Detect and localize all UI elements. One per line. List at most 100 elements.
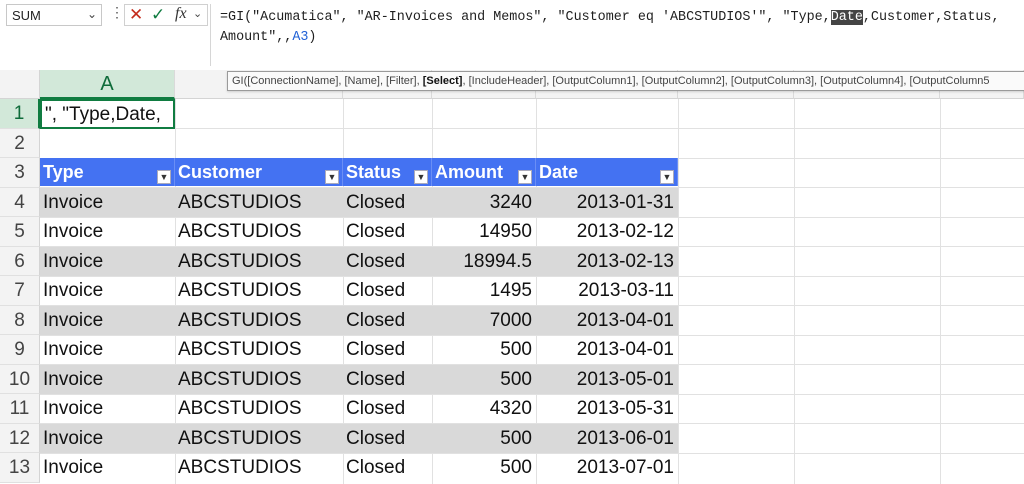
table-header-customer: Customer ▼ (175, 158, 343, 186)
table-row: Invoice ABCSTUDIOS Closed 3240 2013-01-31 (40, 187, 678, 218)
table-row: Invoice ABCSTUDIOS Closed 500 2013-04-01 (40, 335, 678, 365)
row-header-7[interactable]: 7 (0, 276, 40, 306)
enter-icon[interactable]: ✓ (151, 5, 165, 25)
table-header-status: Status ▼ (343, 158, 432, 186)
cell-date[interactable]: 2013-05-01 (536, 365, 678, 395)
table-row: Invoice ABCSTUDIOS Closed 14950 2013-02-12 (40, 217, 678, 247)
cell-type[interactable]: Invoice (40, 188, 175, 218)
cell-amount[interactable]: 1495 (432, 276, 536, 306)
cell-type[interactable]: Invoice (40, 365, 175, 395)
cell-type[interactable]: Invoice (40, 424, 175, 454)
formula-text[interactable]: =GI("Acumatica", "AR-Invoices and Memos"… (220, 8, 1010, 48)
cancel-icon[interactable]: ✕ (129, 5, 143, 25)
cell-type[interactable]: Invoice (40, 217, 175, 247)
cell-type[interactable]: Invoice (40, 394, 175, 424)
worksheet-grid: A 1 2 3 4 5 6 7 8 9 10 11 12 13 ", "Type… (0, 70, 1024, 484)
chevron-down-icon[interactable]: ⌄ (193, 7, 202, 20)
cell-status[interactable]: Closed (343, 365, 432, 395)
gridline (40, 128, 1024, 129)
row-header-12[interactable]: 12 (0, 423, 40, 453)
cell-customer[interactable]: ABCSTUDIOS (175, 306, 343, 336)
cell-type[interactable]: Invoice (40, 306, 175, 336)
row-header-5[interactable]: 5 (0, 217, 40, 247)
cell-date[interactable]: 2013-02-12 (536, 217, 678, 247)
row-header-13[interactable]: 13 (0, 453, 40, 483)
cell-date[interactable]: 2013-04-01 (536, 335, 678, 365)
filter-dropdown-icon[interactable]: ▼ (325, 170, 339, 184)
cell-amount[interactable]: 14950 (432, 217, 536, 247)
cell-customer[interactable]: ABCSTUDIOS (175, 453, 343, 483)
cell-type[interactable]: Invoice (40, 276, 175, 306)
cell-status[interactable]: Closed (343, 335, 432, 365)
active-cell-a1[interactable]: ", "Type,Date, (40, 99, 175, 129)
table-header-amount: Amount ▼ (432, 158, 536, 186)
cell-type[interactable]: Invoice (40, 247, 175, 277)
row-header-8[interactable]: 8 (0, 305, 40, 335)
filter-dropdown-icon[interactable]: ▼ (660, 170, 674, 184)
cell-customer[interactable]: ABCSTUDIOS (175, 335, 343, 365)
row-header-2[interactable]: 2 (0, 128, 40, 158)
cell-status[interactable]: Closed (343, 424, 432, 454)
cell-type[interactable]: Invoice (40, 335, 175, 365)
cell-date[interactable]: 2013-06-01 (536, 424, 678, 454)
cell-amount[interactable]: 18994.5 (432, 247, 536, 277)
column-header-a[interactable]: A (40, 70, 175, 99)
cell-customer[interactable]: ABCSTUDIOS (175, 424, 343, 454)
row-header-10[interactable]: 10 (0, 364, 40, 394)
cell-status[interactable]: Closed (343, 453, 432, 483)
table-row: Invoice ABCSTUDIOS Closed 500 2013-05-01 (40, 364, 678, 395)
cell-date[interactable]: 2013-05-31 (536, 394, 678, 424)
cell-date[interactable]: 2013-04-01 (536, 306, 678, 336)
row-header-1[interactable]: 1 (0, 99, 40, 129)
cell-amount[interactable]: 3240 (432, 188, 536, 218)
cell-status[interactable]: Closed (343, 247, 432, 277)
name-box-value: SUM (12, 8, 41, 23)
cell-customer[interactable]: ABCSTUDIOS (175, 394, 343, 424)
cell-amount[interactable]: 500 (432, 453, 536, 483)
cell-status[interactable]: Closed (343, 306, 432, 336)
table-header-type: Type ▼ (40, 158, 175, 186)
table-row: Invoice ABCSTUDIOS Closed 1495 2013-03-11 (40, 276, 678, 306)
table-row: Invoice ABCSTUDIOS Closed 500 2013-06-01 (40, 423, 678, 454)
cell-amount[interactable]: 4320 (432, 394, 536, 424)
cell-status[interactable]: Closed (343, 276, 432, 306)
cell-a1-value: ", "Type,Date, (45, 104, 161, 125)
row-header-6[interactable]: 6 (0, 246, 40, 276)
cell-type[interactable]: Invoice (40, 453, 175, 483)
cell-status[interactable]: Closed (343, 217, 432, 247)
cell-amount[interactable]: 500 (432, 335, 536, 365)
select-all-corner[interactable] (0, 70, 40, 99)
cell-date[interactable]: 2013-01-31 (536, 188, 678, 218)
row-header-3[interactable]: 3 (0, 158, 40, 188)
gridline (794, 99, 795, 484)
formula-input[interactable]: =GI("Acumatica", "AR-Invoices and Memos"… (210, 4, 1023, 66)
row-header-4[interactable]: 4 (0, 187, 40, 217)
table-row: Invoice ABCSTUDIOS Closed 7000 2013-04-01 (40, 305, 678, 336)
filter-dropdown-icon[interactable]: ▼ (414, 170, 428, 184)
table-row: Invoice ABCSTUDIOS Closed 500 2013-07-01 (40, 453, 678, 483)
filter-dropdown-icon[interactable]: ▼ (157, 170, 171, 184)
cell-status[interactable]: Closed (343, 394, 432, 424)
name-box[interactable]: SUM ⌄ (6, 4, 102, 26)
table-header-date: Date ▼ (536, 158, 678, 186)
row-header-11[interactable]: 11 (0, 394, 40, 424)
row-header-9[interactable]: 9 (0, 335, 40, 365)
cell-customer[interactable]: ABCSTUDIOS (175, 188, 343, 218)
cell-date[interactable]: 2013-03-11 (536, 276, 678, 306)
cell-customer[interactable]: ABCSTUDIOS (175, 276, 343, 306)
filter-dropdown-icon[interactable]: ▼ (518, 170, 532, 184)
cell-date[interactable]: 2013-02-13 (536, 247, 678, 277)
formula-cell-ref: A3 (292, 30, 309, 45)
cell-customer[interactable]: ABCSTUDIOS (175, 247, 343, 277)
cell-amount[interactable]: 500 (432, 424, 536, 454)
chevron-down-icon[interactable]: ⌄ (87, 7, 97, 21)
cell-amount[interactable]: 500 (432, 365, 536, 395)
cell-customer[interactable]: ABCSTUDIOS (175, 217, 343, 247)
tooltip-current-arg: [Select] (422, 75, 463, 87)
cell-status[interactable]: Closed (343, 188, 432, 218)
cell-amount[interactable]: 7000 (432, 306, 536, 336)
cell-customer[interactable]: ABCSTUDIOS (175, 365, 343, 395)
insert-function-icon[interactable]: fx (175, 5, 187, 23)
cell-date[interactable]: 2013-07-01 (536, 453, 678, 483)
more-options-icon[interactable]: ⋮ (110, 5, 124, 19)
